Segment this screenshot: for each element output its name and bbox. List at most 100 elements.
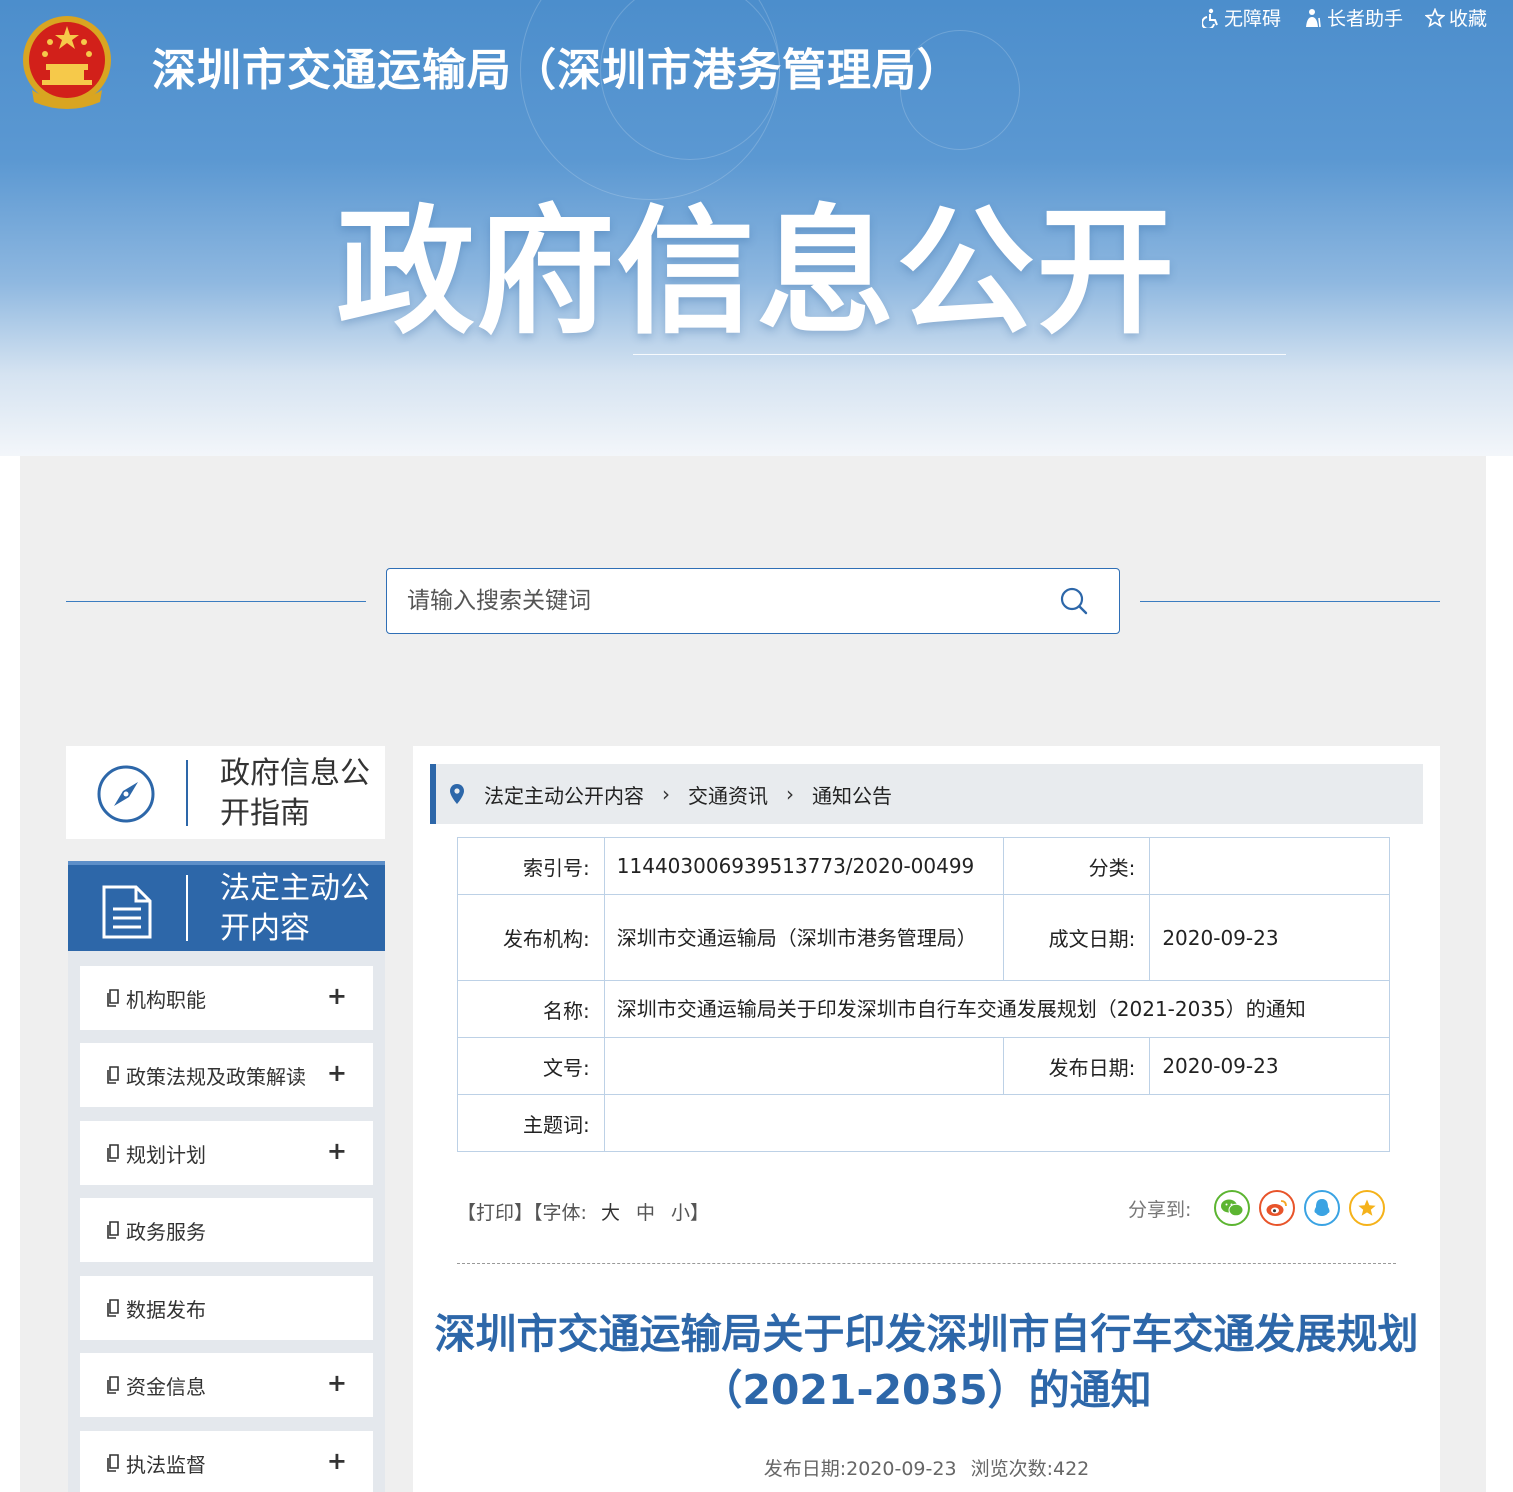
qq-share-button[interactable]	[1304, 1190, 1341, 1226]
font-size-suffix: 】	[690, 1202, 710, 1224]
search-divider-right	[1140, 601, 1440, 602]
publisher-value: 深圳市交通运输局（深圳市港务管理局）	[603, 894, 1004, 981]
breadcrumb-item[interactable]: 法定主动公开内容	[484, 780, 644, 809]
sidebar-item[interactable]: 执法监督 +	[80, 1431, 373, 1492]
sidebar-item-label: 规划计划	[126, 1142, 206, 1167]
doc-number-value	[603, 1037, 1004, 1095]
breadcrumb-item[interactable]: 交通资讯	[688, 780, 768, 809]
sidebar-item[interactable]: 资金信息 +	[80, 1353, 373, 1417]
print-button[interactable]: 【打印】	[457, 1202, 533, 1224]
font-small-button[interactable]: 小	[671, 1202, 690, 1224]
category-value	[1149, 837, 1390, 895]
sidebar-item-label: 资金信息	[126, 1374, 206, 1399]
article-meta: 发布日期:2020-09-23 浏览次数:422	[413, 1454, 1440, 1481]
content-area: 政府信息公开指南 法定主动公开内容 机构职能 + 政策法规及政策解读 + 规划计划 + 政务…	[20, 456, 1486, 1492]
article-views-label: 浏览次数:	[970, 1458, 1053, 1480]
publisher-label: 发布机构:	[457, 894, 605, 981]
section-divider	[457, 1263, 1396, 1264]
elder-assistant-link[interactable]: 长者助手	[1303, 4, 1403, 31]
site-title: 深圳市交通运输局（深圳市港务管理局）	[152, 45, 962, 96]
document-metadata-table: 索引号: 114403006939513773/2020-00499 分类: 发…	[457, 837, 1391, 1152]
qq-penguin-icon	[1314, 1199, 1330, 1216]
qzone-star-icon	[1358, 1199, 1377, 1216]
page-icon	[107, 1376, 119, 1394]
article-views: 422	[1053, 1458, 1090, 1480]
expand-icon[interactable]: +	[327, 1371, 347, 1395]
font-size-prefix: 【字体:	[533, 1202, 587, 1224]
sidebar-item[interactable]: 政策法规及政策解读 +	[80, 1043, 373, 1107]
guide-separator	[186, 760, 188, 826]
main-panel: 法定主动公开内容 › 交通资讯 › 通知公告 索引号: 114403006939…	[413, 746, 1440, 1492]
category-label: 分类:	[1002, 837, 1151, 895]
statutory-disclosure-section[interactable]: 法定主动公开内容	[68, 861, 385, 951]
page-icon	[107, 1144, 119, 1162]
location-pin-icon	[450, 784, 464, 804]
sidebar-item-label: 执法监督	[126, 1452, 206, 1477]
header-banner: 深圳市交通运输局（深圳市港务管理局） 无障碍 长者助手 收藏 政府信息公开	[0, 0, 1513, 456]
font-medium-button[interactable]: 中	[636, 1202, 655, 1224]
article-tools: 【打印】【字体: 大中小】	[457, 1198, 709, 1225]
sidebar-item-label: 数据发布	[126, 1297, 206, 1322]
elder-assistant-label: 长者助手	[1326, 8, 1403, 30]
page-icon	[107, 1299, 119, 1317]
star-icon	[1424, 7, 1445, 28]
wheelchair-icon	[1201, 8, 1218, 28]
share-label: 分享到:	[1128, 1198, 1192, 1221]
sidebar-item-label: 政务服务	[126, 1219, 206, 1244]
national-emblem-icon	[23, 16, 111, 109]
page-icon	[107, 1454, 119, 1472]
page-icon	[107, 1221, 119, 1239]
expand-icon[interactable]: +	[327, 1061, 347, 1085]
name-value: 深圳市交通运输局关于印发深圳市自行车交通发展规划（2021-2035）的通知	[603, 980, 1391, 1038]
sidebar-item[interactable]: 数据发布	[80, 1276, 373, 1340]
publish-date-label: 发布日期:	[1002, 1037, 1151, 1095]
publish-date-value: 2020-09-23	[1149, 1037, 1390, 1095]
doc-number-label: 文号:	[457, 1037, 605, 1095]
sidebar-item[interactable]: 机构职能 +	[80, 966, 373, 1030]
sidebar-item-label: 政策法规及政策解读	[126, 1064, 306, 1089]
expand-icon[interactable]: +	[327, 1139, 347, 1163]
index-label: 索引号:	[457, 837, 605, 895]
top-links: 无障碍 长者助手 收藏	[1201, 4, 1487, 31]
active-section-label: 法定主动公开内容	[220, 871, 370, 946]
expand-icon[interactable]: +	[327, 984, 347, 1008]
share-bar: 分享到:	[1128, 1190, 1386, 1226]
wechat-icon	[1221, 1199, 1244, 1217]
favorite-link[interactable]: 收藏	[1424, 4, 1487, 31]
sidebar-item[interactable]: 政务服务	[80, 1198, 373, 1262]
chevron-right-icon: ›	[786, 782, 794, 806]
banner-title: 政府信息公开	[336, 192, 1177, 353]
article-title: 深圳市交通运输局关于印发深圳市自行车交通发展规划（2021-2035）的通知	[434, 1310, 1419, 1414]
index-value: 114403006939513773/2020-00499	[603, 837, 1004, 895]
search-divider-left	[66, 601, 366, 602]
breadcrumb: 法定主动公开内容 › 交通资讯 › 通知公告	[430, 764, 1423, 824]
page-icon	[107, 989, 119, 1007]
elder-icon	[1305, 8, 1321, 27]
qzone-share-button[interactable]	[1349, 1190, 1386, 1226]
breadcrumb-item[interactable]: 通知公告	[812, 780, 892, 809]
guide-label: 政府信息公开指南	[220, 756, 370, 831]
font-large-button[interactable]: 大	[601, 1202, 620, 1224]
favorite-label: 收藏	[1448, 8, 1487, 30]
article-pubdate-label: 发布日期:	[763, 1458, 847, 1480]
search-input[interactable]	[407, 569, 1047, 633]
sidebar-item[interactable]: 规划计划 +	[80, 1121, 373, 1185]
active-separator	[186, 875, 188, 941]
chevron-right-icon: ›	[662, 782, 670, 806]
search-box	[386, 568, 1120, 634]
accessibility-link[interactable]: 无障碍	[1201, 4, 1281, 31]
expand-icon[interactable]: +	[327, 1449, 347, 1473]
document-icon	[102, 885, 152, 939]
name-label: 名称:	[457, 980, 605, 1038]
created-date-label: 成文日期:	[1002, 894, 1151, 981]
compass-icon	[97, 765, 155, 823]
keywords-label: 主题词:	[457, 1094, 605, 1152]
created-date-value: 2020-09-23	[1149, 894, 1390, 981]
banner-divider	[633, 354, 1286, 355]
weibo-share-button[interactable]	[1259, 1190, 1296, 1226]
wechat-share-button[interactable]	[1214, 1190, 1251, 1226]
sidebar-item-label: 机构职能	[126, 987, 206, 1012]
disclosure-guide-button[interactable]: 政府信息公开指南	[66, 746, 385, 839]
search-icon[interactable]	[1059, 586, 1089, 616]
page-icon	[107, 1066, 119, 1084]
